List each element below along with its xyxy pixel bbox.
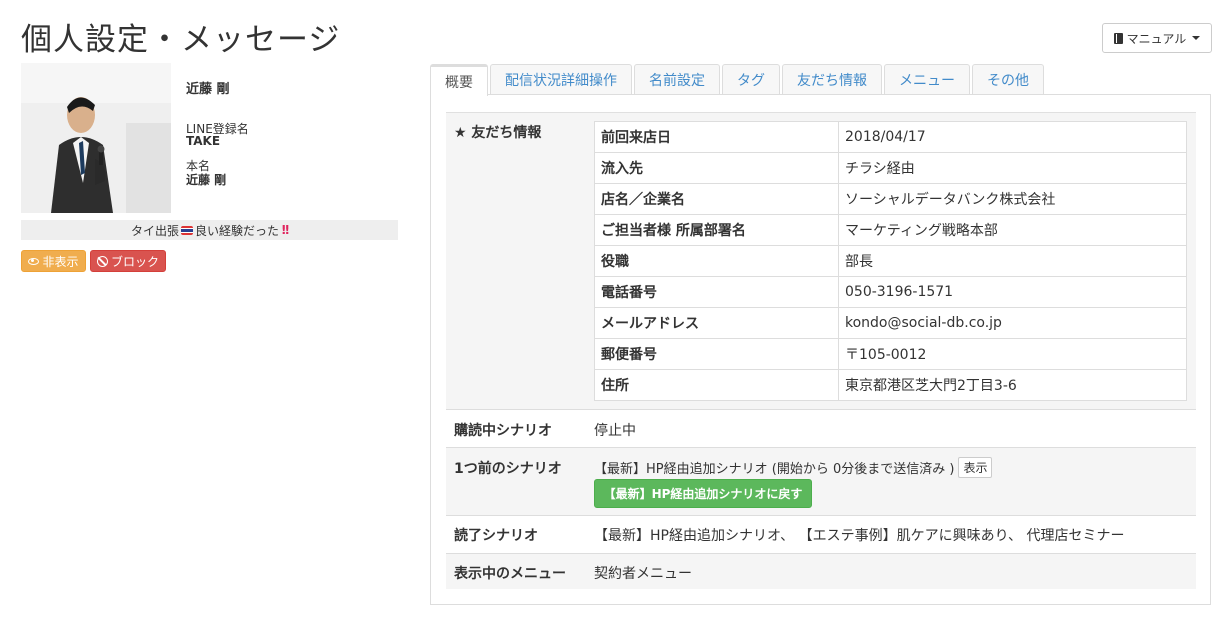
friend-info-section: ★ 友だち情報 前回来店日 2018/04/17 流入先 チラシ経由 店名／企業名ソ… xyxy=(446,112,1196,409)
tab-name-settings[interactable]: 名前設定 xyxy=(634,64,720,95)
row-key: メールアドレス xyxy=(594,307,839,339)
tab-tags[interactable]: タグ xyxy=(722,64,780,95)
hide-button-label: 非表示 xyxy=(42,254,79,269)
row-value: 部長 xyxy=(838,245,1187,277)
real-name-value: 近藤 剛 xyxy=(186,173,227,187)
profile-display-name: 近藤 剛 xyxy=(186,82,230,97)
row-value: 2018/04/17 xyxy=(838,121,1187,153)
table-row: 郵便番号 〒105-0012 xyxy=(594,338,1187,370)
status-message: タイ出張 良い経験だった !! xyxy=(21,220,398,240)
row-value: kondo@social-db.co.jp xyxy=(838,307,1187,339)
row-value: 東京都港区芝大門2丁目3-6 xyxy=(838,369,1187,401)
current-menu-label: 表示中のメニュー xyxy=(454,566,566,582)
row-value: マーケティング戦略本部 xyxy=(838,214,1187,246)
row-key: 店名／企業名 xyxy=(594,183,839,215)
read-scenario-section: 読了シナリオ 【最新】HP経由追加シナリオ、 【エステ事例】肌ケアに興味あり、 … xyxy=(446,515,1196,553)
row-key: 電話番号 xyxy=(594,276,839,308)
row-value: 050-3196-1571 xyxy=(838,276,1187,308)
previous-scenario-value: 【最新】HP経由追加シナリオ (開始から 0分後まで送信済み ) xyxy=(594,462,955,477)
block-button[interactable]: ブロック xyxy=(90,250,166,272)
row-key: 前回来店日 xyxy=(594,121,839,153)
row-key: 役職 xyxy=(594,245,839,277)
previous-scenario-label: 1つ前のシナリオ xyxy=(454,461,562,477)
ban-icon xyxy=(96,255,108,267)
status-message-text-2: 良い経験だった xyxy=(195,223,280,238)
return-to-scenario-button[interactable]: 【最新】HP経由追加シナリオに戻す xyxy=(594,479,812,508)
tab-friend-info[interactable]: 友だち情報 xyxy=(782,64,882,95)
tab-menu[interactable]: メニュー xyxy=(884,64,970,95)
tab-overview[interactable]: 概要 xyxy=(430,64,488,96)
thailand-flag-icon xyxy=(181,225,194,235)
table-row: 住所 東京都港区芝大門2丁目3-6 xyxy=(594,369,1187,401)
row-key: 住所 xyxy=(594,369,839,401)
current-menu-section: 表示中のメニュー 契約者メニュー xyxy=(446,553,1196,589)
book-icon xyxy=(1113,32,1123,44)
row-value: 〒105-0012 xyxy=(838,338,1187,370)
table-row: 役職 部長 xyxy=(594,245,1187,277)
row-key: 郵便番号 xyxy=(594,338,839,370)
friend-info-label: ★ 友だち情報 xyxy=(454,125,542,141)
table-row: 前回来店日 2018/04/17 xyxy=(594,121,1187,153)
tab-bar: 概要 配信状況詳細操作 名前設定 タグ 友だち情報 メニュー その他 xyxy=(430,64,1046,96)
previous-scenario-section: 1つ前のシナリオ 【最新】HP経由追加シナリオ (開始から 0分後まで送信済み … xyxy=(446,447,1196,515)
table-row: 店名／企業名 ソーシャルデータバンク株式会社 xyxy=(594,183,1187,215)
tab-other[interactable]: その他 xyxy=(972,64,1044,95)
show-scenario-button[interactable]: 表示 xyxy=(958,457,993,478)
previous-scenario-line: 【最新】HP経由追加シナリオ (開始から 0分後まで送信済み ) 表示 xyxy=(594,457,993,478)
table-row: ご担当者様 所属部署名 マーケティング戦略本部 xyxy=(594,214,1187,246)
manual-dropdown-button[interactable]: マニュアル xyxy=(1102,23,1212,53)
hide-button[interactable]: 非表示 xyxy=(21,250,86,272)
page-title: 個人設定・メッセージ xyxy=(21,22,341,58)
current-menu-value: 契約者メニュー xyxy=(594,566,692,582)
table-row: 流入先 チラシ経由 xyxy=(594,152,1187,184)
overview-panel: ★ 友だち情報 前回来店日 2018/04/17 流入先 チラシ経由 店名／企業名ソ… xyxy=(430,94,1211,605)
manual-button-label: マニュアル xyxy=(1126,31,1187,46)
block-button-label: ブロック xyxy=(110,254,159,269)
row-value: チラシ経由 xyxy=(838,152,1187,184)
subscribed-scenario-label: 購読中シナリオ xyxy=(454,423,552,439)
row-key: ご担当者様 所属部署名 xyxy=(594,214,839,246)
subscribed-scenario-section: 購読中シナリオ 停止中 xyxy=(446,409,1196,447)
read-scenario-label: 読了シナリオ xyxy=(454,528,538,544)
avatar xyxy=(21,63,171,213)
status-message-text: タイ出張 xyxy=(131,223,180,238)
line-name-value: TAKE xyxy=(186,134,221,148)
read-scenario-value: 【最新】HP経由追加シナリオ、 【エステ事例】肌ケアに興味あり、 代理店セミナー xyxy=(594,528,1125,544)
double-exclamation-icon: !! xyxy=(281,223,290,237)
table-row: メールアドレス kondo@social-db.co.jp xyxy=(594,307,1187,339)
tab-delivery-status[interactable]: 配信状況詳細操作 xyxy=(490,64,632,95)
row-key: 流入先 xyxy=(594,152,839,184)
table-row: 電話番号 050-3196-1571 xyxy=(594,276,1187,308)
row-value: ソーシャルデータバンク株式会社 xyxy=(838,183,1187,215)
caret-down-icon xyxy=(1192,36,1201,40)
friend-info-table: 前回来店日 2018/04/17 流入先 チラシ経由 店名／企業名 ソーシャルデータバ… xyxy=(594,121,1187,401)
eye-slash-icon xyxy=(28,257,40,265)
subscribed-scenario-value: 停止中 xyxy=(594,423,636,439)
